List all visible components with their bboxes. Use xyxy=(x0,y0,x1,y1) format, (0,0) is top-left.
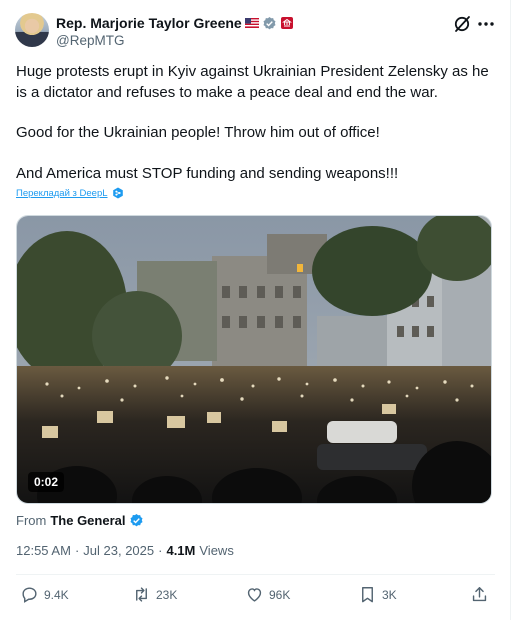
views-count: 4.1M xyxy=(166,543,196,558)
repost-icon xyxy=(136,587,147,602)
video-player[interactable]: 0:02 xyxy=(16,215,492,504)
divider xyxy=(16,574,495,575)
tweet-date[interactable]: Jul 23, 2025 xyxy=(83,543,154,558)
source-account-link[interactable]: The General xyxy=(50,513,125,528)
tweet-paragraph: And America must STOP funding and sendin… xyxy=(16,164,399,182)
like-button[interactable]: 96K xyxy=(245,585,290,604)
us-flag-icon xyxy=(244,18,259,28)
tweet-paragraph: Huge protests erupt in Kyiv against Ukra… xyxy=(16,63,489,101)
author-name-row: Rep. Marjorie Taylor Greene xyxy=(56,14,294,32)
reply-button[interactable]: 9.4K xyxy=(20,585,69,604)
views-label: Views xyxy=(199,543,234,558)
translate-row: Перекладай з DeepL xyxy=(16,187,124,199)
video-duration: 0:02 xyxy=(28,472,65,492)
repost-button[interactable]: 23K xyxy=(132,585,177,604)
tweet-time[interactable]: 12:55 AM xyxy=(16,543,71,558)
heart-icon xyxy=(247,588,262,602)
share-button[interactable] xyxy=(470,585,489,604)
tweet-paragraph: Good for the Ukrainian people! Throw him… xyxy=(16,124,380,141)
house-seal-icon[interactable] xyxy=(280,16,294,30)
tweet-meta: 12:55 AM · Jul 23, 2025 · 4.1M Views xyxy=(16,543,234,558)
translate-link[interactable]: Перекладай з DeepL xyxy=(16,188,108,199)
more-options-icon[interactable] xyxy=(476,15,496,33)
meta-separator: · xyxy=(158,543,163,558)
bookmark-icon xyxy=(362,587,373,603)
blue-verified-icon xyxy=(130,513,143,527)
avatar[interactable] xyxy=(15,13,49,47)
action-bar: 9.4K 23K 96K 3K xyxy=(16,585,492,609)
video-frame xyxy=(17,216,491,503)
grok-icon[interactable] xyxy=(452,14,472,34)
reply-icon xyxy=(22,587,37,603)
government-verified-icon[interactable] xyxy=(262,16,277,31)
tweet-text: Huge protests erupt in Kyiv against Ukra… xyxy=(16,62,496,204)
author-display-name[interactable]: Rep. Marjorie Taylor Greene xyxy=(56,15,242,31)
like-count: 96K xyxy=(269,587,291,602)
bookmark-count: 3K xyxy=(382,587,397,602)
video-source-row: From The General xyxy=(16,513,144,528)
from-label: From xyxy=(16,513,47,528)
deepl-icon xyxy=(112,187,123,199)
meta-separator: · xyxy=(74,543,80,558)
tweet-card: Rep. Marjorie Taylor Greene @RepMTG Huge… xyxy=(0,0,511,620)
share-icon xyxy=(472,587,487,602)
reply-count: 9.4K xyxy=(44,587,69,602)
author-handle[interactable]: @RepMTG xyxy=(56,33,124,48)
bookmark-button[interactable]: 3K xyxy=(358,585,397,604)
repost-count: 23K xyxy=(156,587,178,602)
